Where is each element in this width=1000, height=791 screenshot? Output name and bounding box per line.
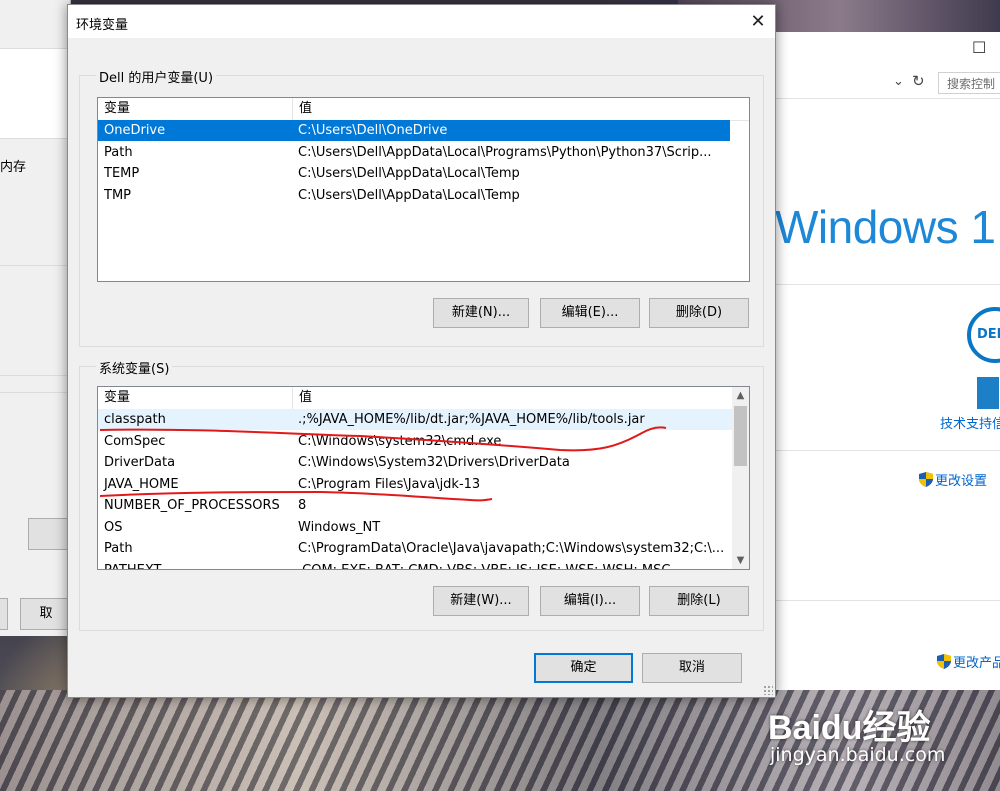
resize-grip[interactable] bbox=[763, 685, 773, 695]
left-window-divider bbox=[0, 138, 70, 139]
dialog-titlebar: 环境变量 ✕ bbox=[68, 5, 775, 38]
dell-logo: DELL bbox=[967, 307, 1000, 363]
watermark-brand: Baidu经验 bbox=[768, 709, 931, 747]
scroll-down-icon[interactable]: ▼ bbox=[732, 552, 749, 569]
variable-name-cell: DriverData bbox=[104, 455, 176, 470]
environment-variables-dialog: 环境变量 ✕ Dell 的用户变量(U) 变量 值 OneDrive C:\Use… bbox=[67, 4, 776, 698]
variable-name-cell: TEMP bbox=[104, 166, 140, 181]
table-row[interactable]: DriverData C:\Windows\System32\Drivers\Dr… bbox=[98, 452, 732, 473]
table-row[interactable]: OS Windows_NT bbox=[98, 517, 732, 538]
left-window-cancel-button[interactable]: 取 bbox=[20, 598, 71, 630]
variable-value-cell: C:\Program Files\Java\jdk-13 bbox=[298, 476, 481, 492]
variable-value-cell: 8 bbox=[298, 498, 307, 513]
column-header-variable[interactable]: 变量 bbox=[98, 387, 292, 409]
variable-name-cell: Path bbox=[104, 144, 133, 160]
variable-name-cell: ComSpec bbox=[104, 433, 166, 449]
change-product-key-label: 更改产品 bbox=[953, 656, 1000, 671]
change-product-key-link[interactable]: 更改产品 bbox=[937, 652, 1000, 671]
chevron-down-icon[interactable]: ⌄ bbox=[893, 74, 904, 89]
baidu-watermark: Baidu经验 jingyan.baidu.com bbox=[768, 700, 998, 780]
left-window-panel bbox=[0, 48, 70, 138]
shield-icon bbox=[937, 654, 951, 669]
variable-name-cell: OneDrive bbox=[104, 123, 166, 138]
variable-value-cell: Windows_NT bbox=[298, 519, 381, 535]
search-input[interactable]: 搜索控制 bbox=[938, 72, 1000, 94]
table-row[interactable]: TEMP C:\Users\Dell\AppData\Local\Temp bbox=[98, 163, 730, 184]
left-window-divider bbox=[0, 375, 70, 376]
user-edit-button[interactable]: 编辑(E)... bbox=[540, 298, 640, 328]
variable-name-cell: NUMBER_OF_PROCESSORS bbox=[104, 498, 280, 513]
table-row[interactable]: classpath .;%JAVA_HOME%/lib/dt.jar;%JAVA_… bbox=[98, 409, 732, 430]
variable-name-cell: JAVA_HOME bbox=[104, 476, 179, 492]
variable-name-cell: Path bbox=[104, 541, 133, 556]
variable-name-cell: TMP bbox=[104, 187, 131, 203]
support-link[interactable]: 技术支持信 bbox=[940, 413, 1000, 432]
vertical-scrollbar[interactable]: ▲ ▼ bbox=[732, 387, 749, 569]
maximize-icon[interactable]: ☐ bbox=[972, 38, 986, 57]
system-edit-button[interactable]: 编辑(I)... bbox=[540, 586, 640, 616]
control-panel-divider bbox=[775, 450, 1000, 451]
left-window-button[interactable] bbox=[0, 598, 8, 630]
variable-value-cell: C:\Windows\system32\cmd.exe bbox=[298, 433, 502, 449]
dialog-title: 环境变量 bbox=[76, 18, 129, 33]
system-delete-button[interactable]: 删除(L) bbox=[649, 586, 749, 616]
background-system-window: 内存 取 bbox=[0, 0, 71, 636]
variable-value-cell: .;%JAVA_HOME%/lib/dt.jar;%JAVA_HOME%/lib… bbox=[298, 412, 645, 427]
control-panel-titlebar: ☐ bbox=[775, 32, 1000, 68]
variable-name-cell: OS bbox=[104, 519, 123, 535]
windows-logo-text: Windows 1 bbox=[775, 201, 996, 253]
system-variables-label: 系统变量(S) bbox=[96, 358, 173, 377]
variable-value-cell: .COM;.EXE;.BAT;.CMD;.VBS;.VBE;.JS;.JSE;.… bbox=[298, 562, 671, 570]
table-row[interactable]: NUMBER_OF_PROCESSORS 8 bbox=[98, 495, 732, 516]
table-row[interactable]: JAVA_HOME C:\Program Files\Java\jdk-13 bbox=[98, 474, 732, 495]
close-icon[interactable]: ✕ bbox=[744, 8, 772, 36]
left-window-button[interactable] bbox=[28, 518, 71, 550]
system-variables-group: 系统变量(S) 变量 值 classpath .;%JAVA_HOME%/lib/… bbox=[79, 358, 764, 631]
variable-value-cell: C:\Users\Dell\OneDrive bbox=[298, 123, 448, 138]
column-header-variable[interactable]: 变量 bbox=[98, 98, 292, 120]
system-new-button[interactable]: 新建(W)... bbox=[433, 586, 529, 616]
list-header: 变量 值 bbox=[98, 387, 749, 410]
user-new-button[interactable]: 新建(N)... bbox=[433, 298, 529, 328]
variable-value-cell: C:\ProgramData\Oracle\Java\javapath;C:\W… bbox=[298, 541, 725, 556]
table-row[interactable]: PATHEXT .COM;.EXE;.BAT;.CMD;.VBS;.VBE;.JS… bbox=[98, 560, 732, 570]
column-header-value[interactable]: 值 bbox=[293, 98, 312, 120]
variable-value-cell: C:\Users\Dell\AppData\Local\Temp bbox=[298, 166, 520, 181]
refresh-icon[interactable]: ↻ bbox=[912, 72, 925, 90]
shield-icon bbox=[919, 472, 933, 487]
table-row[interactable]: OneDrive C:\Users\Dell\OneDrive bbox=[98, 120, 730, 141]
scroll-up-icon[interactable]: ▲ bbox=[732, 387, 749, 404]
variable-value-cell: C:\Users\Dell\AppData\Local\Temp bbox=[298, 187, 520, 203]
column-header-value[interactable]: 值 bbox=[293, 387, 312, 409]
change-settings-link[interactable]: 更改设置 bbox=[919, 470, 987, 489]
left-window-divider bbox=[0, 265, 70, 266]
list-header: 变量 值 bbox=[98, 98, 749, 121]
user-delete-button[interactable]: 删除(D) bbox=[649, 298, 749, 328]
control-panel-window: ☐ ⌄ ↻ 搜索控制 Windows 1 DELL 技术支持信 更改设置 更改产… bbox=[775, 32, 1000, 690]
control-panel-divider bbox=[775, 284, 1000, 285]
system-variables-list[interactable]: 变量 值 classpath .;%JAVA_HOME%/lib/dt.jar;%… bbox=[97, 386, 750, 570]
variable-name-cell: PATHEXT bbox=[104, 562, 162, 570]
address-bar: ⌄ ↻ 搜索控制 bbox=[775, 70, 1000, 99]
user-variables-list[interactable]: 变量 值 OneDrive C:\Users\Dell\OneDrive Path C… bbox=[97, 97, 750, 282]
variable-value-cell: C:\Windows\System32\Drivers\DriverData bbox=[298, 455, 570, 470]
cancel-button[interactable]: 取消 bbox=[642, 653, 742, 683]
table-row[interactable]: Path C:\ProgramData\Oracle\Java\javapath;… bbox=[98, 538, 732, 559]
table-row[interactable]: Path C:\Users\Dell\AppData\Local\Programs… bbox=[98, 142, 730, 163]
change-settings-label: 更改设置 bbox=[935, 474, 988, 489]
user-variables-label: Dell 的用户变量(U) bbox=[96, 67, 217, 86]
left-window-divider bbox=[0, 392, 70, 393]
left-window-memory-label: 内存 bbox=[0, 160, 27, 175]
table-row[interactable]: ComSpec C:\Windows\system32\cmd.exe bbox=[98, 431, 732, 452]
ok-button[interactable]: 确定 bbox=[534, 653, 633, 683]
watermark-url: jingyan.baidu.com bbox=[770, 744, 946, 766]
variable-value-cell: C:\Users\Dell\AppData\Local\Programs\Pyt… bbox=[298, 144, 712, 160]
variable-name-cell: classpath bbox=[104, 412, 166, 427]
energy-star-icon bbox=[977, 377, 999, 409]
user-variables-group: Dell 的用户变量(U) 变量 值 OneDrive C:\Users\Dell… bbox=[79, 67, 764, 347]
left-window-divider bbox=[0, 48, 70, 49]
scrollbar-thumb[interactable] bbox=[734, 406, 747, 466]
table-row[interactable]: TMP C:\Users\Dell\AppData\Local\Temp bbox=[98, 185, 730, 206]
control-panel-divider bbox=[775, 600, 1000, 601]
